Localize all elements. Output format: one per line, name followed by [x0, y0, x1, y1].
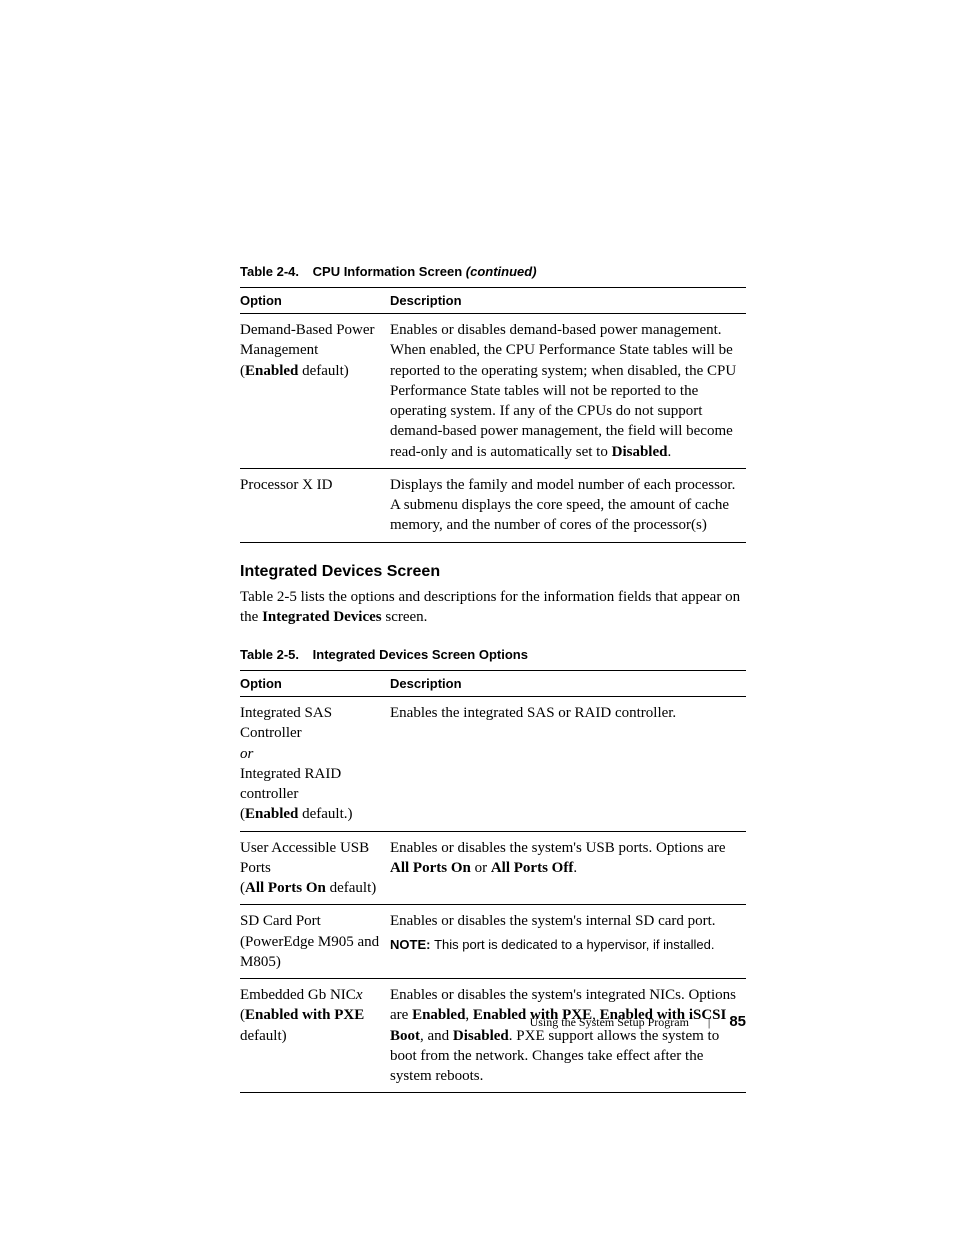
table-row: Integrated SAS Controller or Integrated …	[240, 697, 746, 832]
desc-cell: Enables or disables the system's interna…	[390, 905, 746, 979]
cpu-info-table: Option Description Demand-Based Power Ma…	[240, 287, 746, 543]
opt-cell: SD Card Port (PowerEdge M905 and M805)	[240, 905, 390, 979]
table-row: Processor X ID Displays the family and m…	[240, 468, 746, 542]
page-number: 85	[729, 1013, 746, 1030]
opt-text: User Accessible USB Ports	[240, 840, 369, 876]
section-paragraph: Table 2-5 lists the options and descript…	[240, 587, 746, 628]
para-post: screen.	[382, 609, 428, 625]
table-row: Embedded Gb NICx (Enabled with PXE defau…	[240, 979, 746, 1093]
desc-cell: Enables or disables the system's USB por…	[390, 831, 746, 905]
opt-bold: Enabled	[245, 363, 298, 379]
desc-mid1: or	[471, 860, 491, 876]
desc-cell: Enables or disables demand-based power m…	[390, 314, 746, 469]
opt-bold: Enabled	[245, 806, 298, 822]
desc-b2: All Ports Off	[491, 860, 573, 876]
table-caption-1-num: Table 2-4.	[240, 264, 299, 279]
opt-text: Processor X ID	[240, 477, 332, 493]
desc-text: Enables or disables the system's USB por…	[390, 840, 726, 856]
th-option-1: Option	[240, 288, 390, 314]
table-caption-2-title: Integrated Devices Screen Options	[313, 647, 528, 662]
desc-text: Displays the family and model number of …	[390, 477, 735, 534]
opt-bold: Enabled with PXE	[245, 1007, 364, 1023]
desc-b1: All Ports On	[390, 860, 471, 876]
opt-cell: User Accessible USB Ports (All Ports On …	[240, 831, 390, 905]
desc-post: .	[573, 860, 577, 876]
table-row: SD Card Port (PowerEdge M905 and M805) E…	[240, 905, 746, 979]
opt-after: default.)	[298, 806, 352, 822]
opt-text: Embedded Gb NIC	[240, 987, 356, 1003]
desc-text: Enables or disables the system's interna…	[390, 911, 738, 931]
desc-mid3: , and	[420, 1028, 453, 1044]
table-caption-1: Table 2-4. CPU Information Screen (conti…	[240, 264, 746, 279]
desc-mid1: ,	[465, 1007, 473, 1023]
desc-text: Enables the integrated SAS or RAID contr…	[390, 705, 676, 721]
table-row: User Accessible USB Ports (All Ports On …	[240, 831, 746, 905]
desc-cell: Enables the integrated SAS or RAID contr…	[390, 697, 746, 832]
desc-cell: Displays the family and model number of …	[390, 468, 746, 542]
footer-section: Using the System Setup Program	[530, 1015, 689, 1029]
opt-after: default)	[298, 363, 348, 379]
table-caption-1-suffix: (continued)	[466, 264, 537, 279]
opt-text: Integrated SAS Controller	[240, 705, 332, 741]
th-option-2: Option	[240, 671, 390, 697]
section-heading: Integrated Devices Screen	[240, 563, 746, 581]
desc-bold: Disabled	[612, 444, 668, 460]
table-row: Demand-Based Power Management (Enabled d…	[240, 314, 746, 469]
footer-separator: |	[708, 1015, 710, 1029]
desc-text: Enables or disables demand-based power m…	[390, 322, 736, 460]
opt-text-2: Integrated RAID controller	[240, 766, 341, 802]
para-bold: Integrated Devices	[262, 609, 382, 625]
opt-after: default)	[240, 1028, 287, 1044]
table-caption-2-num: Table 2-5.	[240, 647, 299, 662]
opt-cell: Integrated SAS Controller or Integrated …	[240, 697, 390, 832]
desc-b1: Enabled	[412, 1007, 465, 1023]
opt-cell: Demand-Based Power Management (Enabled d…	[240, 314, 390, 469]
opt-after: default)	[326, 880, 376, 896]
opt-text: SD Card Port	[240, 913, 321, 929]
note-line: NOTE: This port is dedicated to a hyperv…	[390, 936, 738, 954]
desc-post: .	[667, 444, 671, 460]
table-caption-1-title: CPU Information Screen	[313, 264, 466, 279]
note-text: This port is dedicated to a hypervisor, …	[434, 937, 714, 952]
opt-ital: x	[356, 987, 363, 1003]
th-desc-1: Description	[390, 288, 746, 314]
opt-text: Demand-Based Power Management	[240, 322, 375, 358]
page-footer: Using the System Setup Program | 85	[530, 1013, 746, 1030]
opt-bold: All Ports On	[245, 880, 326, 896]
opt-cell: Embedded Gb NICx (Enabled with PXE defau…	[240, 979, 390, 1093]
th-desc-2: Description	[390, 671, 746, 697]
desc-b4: Disabled	[453, 1028, 509, 1044]
table-caption-2: Table 2-5. Integrated Devices Screen Opt…	[240, 647, 746, 662]
note-label: NOTE:	[390, 937, 434, 952]
desc-cell: Enables or disables the system's integra…	[390, 979, 746, 1093]
opt-cell: Processor X ID	[240, 468, 390, 542]
opt-or: or	[240, 746, 253, 762]
opt-text-2: (PowerEdge M905 and M805)	[240, 934, 379, 970]
